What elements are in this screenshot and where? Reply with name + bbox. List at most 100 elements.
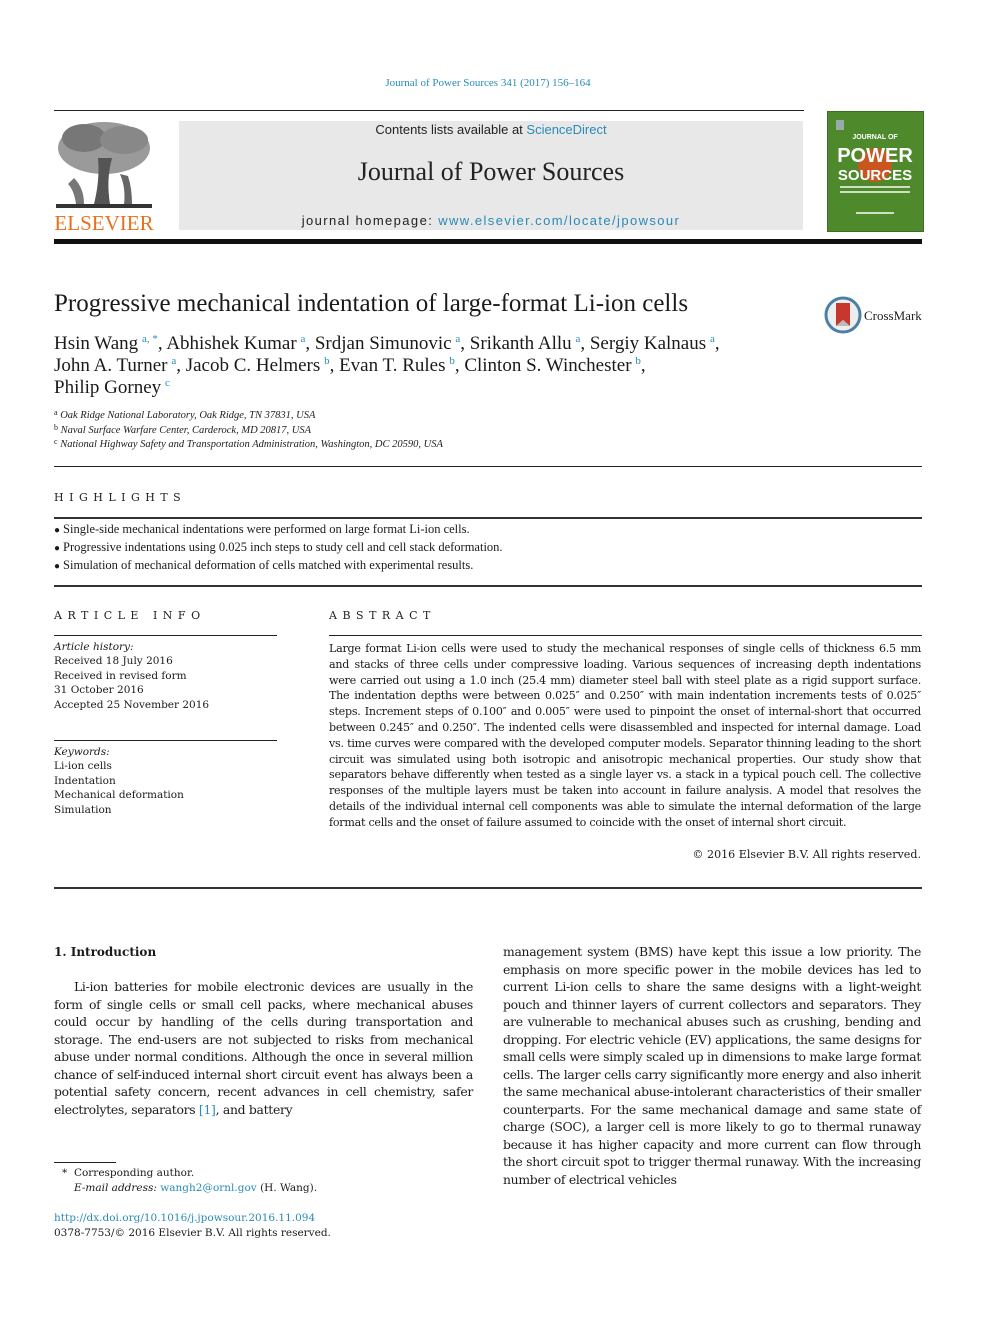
highlights-heading: HIGHLIGHTS	[54, 491, 187, 504]
journal-masthead: Contents lists available at ScienceDirec…	[179, 121, 803, 230]
author-separator: ,	[640, 355, 646, 376]
highlights-top-rule	[54, 517, 922, 519]
highlight-text: Simulation of mechanical deformation of …	[63, 558, 474, 572]
author-separator: ,	[305, 333, 315, 354]
article-title: Progressive mechanical indentation of la…	[54, 290, 689, 317]
article-info-rule	[54, 635, 277, 636]
doi-link[interactable]: http://dx.doi.org/10.1016/j.jpowsour.201…	[54, 1211, 331, 1226]
introduction-left-column: Li-ion batteries for mobile electronic d…	[54, 978, 473, 1118]
author-name[interactable]: Evan T. Rules	[339, 355, 445, 376]
highlight-text: Progressive indentations using 0.025 inc…	[63, 540, 503, 554]
email-suffix: (H. Wang).	[256, 1182, 318, 1194]
author-name[interactable]: Philip Gorney	[54, 377, 161, 398]
author-separator: ,	[454, 355, 465, 376]
author-name[interactable]: Srikanth Allu	[470, 333, 572, 354]
abstract-heading: ABSTRACT	[329, 609, 436, 622]
footnote-mark: *	[62, 1167, 68, 1179]
history-entry: Received in revised form	[54, 669, 187, 682]
keywords-rule	[54, 740, 277, 741]
affiliation-text: National Highway Safety and Transportati…	[60, 439, 443, 450]
issn-copyright: 0378-7753/© 2016 Elsevier B.V. All right…	[54, 1227, 331, 1239]
author-name[interactable]: Abhishek Kumar	[166, 333, 296, 354]
keywords: Keywords: Li-ion cells Indentation Mecha…	[54, 745, 184, 817]
affiliations-divider	[54, 466, 922, 467]
history-label: Article history:	[54, 641, 134, 653]
journal-title[interactable]: Journal of Power Sources	[179, 157, 803, 187]
author-name[interactable]: Srdjan Simunovic	[315, 333, 452, 354]
crossmark-label: CrossMark	[864, 308, 922, 323]
affiliation-text: Oak Ridge National Laboratory, Oak Ridge…	[60, 410, 316, 421]
section-heading-introduction: 1. Introduction	[54, 945, 157, 959]
contents-availability: Contents lists available at ScienceDirec…	[179, 122, 803, 137]
journal-reference-link[interactable]: Journal of Power Sources 341 (2017) 156–…	[0, 77, 976, 89]
email-link[interactable]: wangh2@ornl.gov	[160, 1182, 256, 1194]
journal-cover-art: JOURNAL OF POWER SOURCES	[836, 120, 913, 214]
email-label: E-mail address:	[74, 1182, 161, 1194]
bullet-icon: ●	[54, 525, 61, 536]
affiliation-key: a	[54, 408, 58, 417]
contents-prefix: Contents lists available at	[375, 122, 527, 137]
keyword: Simulation	[54, 803, 112, 816]
introduction-right-column: management system (BMS) have kept this i…	[503, 944, 921, 1187]
affiliation-item: c National Highway Safety and Transporta…	[54, 438, 443, 453]
highlight-item: ● Single-side mechanical indentations wer…	[54, 521, 503, 539]
sciencedirect-link[interactable]: ScienceDirect	[526, 122, 606, 137]
author-separator: ,	[460, 333, 470, 354]
affiliation-key: c	[54, 437, 58, 446]
abstract-text: Large format Li-ion cells were used to s…	[329, 642, 921, 829]
keyword: Indentation	[54, 774, 116, 787]
homepage-link[interactable]: www.elsevier.com/locate/jpowsour	[438, 213, 680, 228]
doi-block: http://dx.doi.org/10.1016/j.jpowsour.201…	[54, 1211, 331, 1241]
author-affiliation-link[interactable]: a, *	[142, 333, 158, 345]
front-matter-bottom-rule	[54, 887, 922, 889]
cover-line-2: POWER	[837, 145, 913, 167]
affiliation-list: a Oak Ridge National Laboratory, Oak Rid…	[54, 409, 443, 453]
highlights-bottom-rule	[54, 585, 922, 587]
footnote-text: Corresponding author.	[73, 1167, 195, 1179]
author-list: Hsin Wang a, *, Abhishek Kumar a, Srdjan…	[54, 333, 814, 399]
keywords-label: Keywords:	[54, 746, 110, 758]
author-separator: ,	[580, 333, 590, 354]
keyword: Mechanical deformation	[54, 789, 184, 802]
highlight-text: Single-side mechanical indentations were…	[63, 522, 470, 536]
paragraph-text: Li-ion batteries for mobile electronic d…	[54, 979, 473, 1117]
abstract-rule	[329, 635, 922, 636]
cover-line-3: SOURCES	[838, 167, 912, 184]
affiliation-item: a Oak Ridge National Laboratory, Oak Rid…	[54, 409, 443, 424]
history-entry: 31 October 2016	[54, 684, 144, 697]
bullet-icon: ●	[54, 561, 61, 572]
affiliation-text: Naval Surface Warfare Center, Carderock,…	[60, 424, 312, 436]
affiliation-item: b Naval Surface Warfare Center, Carderoc…	[54, 422, 443, 439]
header-rule	[54, 110, 804, 111]
author-affiliation-link[interactable]: c	[165, 377, 170, 389]
history-entry: Accepted 25 November 2016	[54, 698, 210, 711]
affiliation-key: b	[54, 422, 58, 432]
author-separator: ,	[176, 355, 186, 376]
journal-cover-thumbnail[interactable]: JOURNAL OF POWER SOURCES	[827, 111, 924, 232]
footnotes: * Corresponding author. E-mail address: …	[62, 1166, 317, 1196]
author-separator: ,	[329, 355, 340, 376]
journal-homepage: journal homepage: www.elsevier.com/locat…	[179, 213, 803, 228]
email-note: E-mail address: wangh2@ornl.gov (H. Wang…	[62, 1181, 317, 1196]
article-history: Article history: Received 18 July 2016 R…	[54, 640, 209, 712]
bullet-icon: ●	[54, 543, 61, 554]
elsevier-logo[interactable]: ELSEVIER	[54, 118, 154, 235]
history-entry: Received 18 July 2016	[54, 655, 173, 668]
footnote-rule	[54, 1162, 116, 1163]
corresponding-author-note: * Corresponding author.	[62, 1166, 317, 1181]
homepage-label: journal homepage:	[301, 213, 439, 228]
author-name[interactable]: Hsin Wang	[54, 333, 138, 354]
crossmark-badge[interactable]: CrossMark	[824, 296, 924, 336]
elsevier-tree-icon	[56, 122, 152, 208]
citation-link[interactable]: [1]	[199, 1102, 216, 1117]
paragraph-text: , and battery	[215, 1101, 293, 1117]
article-info-heading: ARTICLE INFO	[54, 609, 206, 622]
keyword: Li-ion cells	[54, 760, 112, 773]
crossmark-icon	[824, 296, 862, 334]
author-name[interactable]: John A. Turner	[54, 355, 168, 376]
highlight-item: ● Progressive indentations using 0.025 in…	[54, 539, 503, 557]
author-name[interactable]: Sergiy Kalnaus	[590, 333, 706, 354]
highlight-item: ● Simulation of mechanical deformation of…	[54, 557, 503, 575]
author-name[interactable]: Clinton S. Winchester	[464, 355, 631, 376]
author-name[interactable]: Jacob C. Helmers	[186, 355, 321, 376]
